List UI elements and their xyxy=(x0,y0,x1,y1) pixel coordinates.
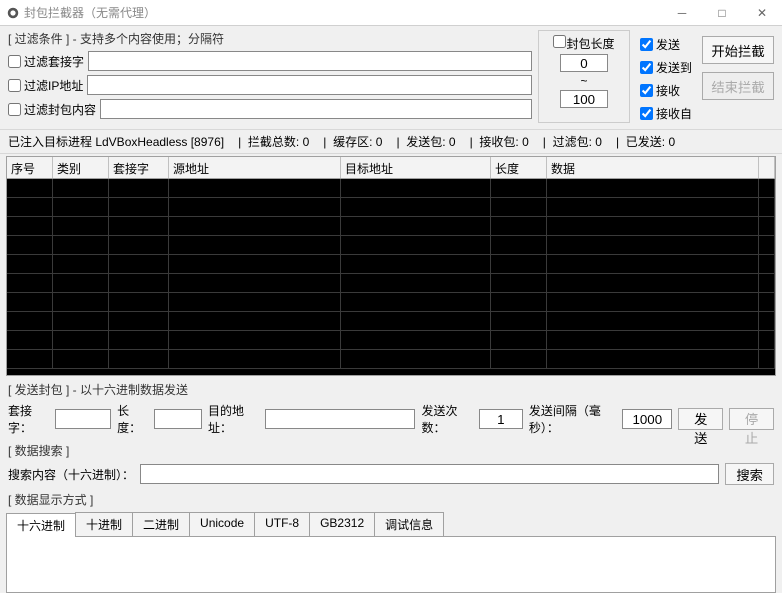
check-send[interactable]: 发送 xyxy=(640,36,692,53)
tab-bin[interactable]: 二进制 xyxy=(132,512,190,536)
search-input[interactable] xyxy=(140,464,719,484)
display-header: [ 数据显示方式 ] xyxy=(8,491,774,508)
packet-table: 序号 类别 套接字 源地址 目标地址 长度 数据 xyxy=(6,156,776,376)
packet-length-to[interactable] xyxy=(560,90,608,108)
stop-capture-button: 结束拦截 xyxy=(702,72,774,100)
minimize-button[interactable]: ─ xyxy=(662,0,702,26)
tab-debug[interactable]: 调试信息 xyxy=(374,512,444,536)
filter-ip-check[interactable]: 过滤IP地址 xyxy=(8,77,83,94)
col-seq[interactable]: 序号 xyxy=(7,157,53,178)
close-button[interactable]: ✕ xyxy=(742,0,782,26)
status-injected: 已注入目标进程 LdVBoxHeadless [8976] xyxy=(8,133,224,150)
col-socket[interactable]: 套接字 xyxy=(109,157,169,178)
send-dst-label: 目的地址： xyxy=(208,402,259,436)
check-recv[interactable]: 接收 xyxy=(640,82,692,99)
search-header: [ 数据搜索 ] xyxy=(8,442,774,459)
send-button[interactable]: 发送 xyxy=(678,408,723,430)
start-capture-button[interactable]: 开始拦截 xyxy=(702,36,774,64)
data-display-area[interactable] xyxy=(6,537,776,593)
check-sendto[interactable]: 发送到 xyxy=(640,59,692,76)
send-dst-input[interactable] xyxy=(265,409,415,429)
maximize-button[interactable]: □ xyxy=(702,0,742,26)
tab-gb2312[interactable]: GB2312 xyxy=(309,512,375,536)
send-socket-input[interactable] xyxy=(55,409,111,429)
app-icon xyxy=(6,6,20,20)
search-button[interactable]: 搜索 xyxy=(725,463,774,485)
tab-dec[interactable]: 十进制 xyxy=(75,512,133,536)
tab-utf8[interactable]: UTF-8 xyxy=(254,512,310,536)
send-packet-header: [ 发送封包 ] - 以十六进制数据发送 xyxy=(8,381,774,398)
display-tabs: 十六进制 十进制 二进制 Unicode UTF-8 GB2312 调试信息 xyxy=(6,512,776,537)
send-len-label: 长度： xyxy=(117,402,148,436)
window-title: 封包拦截器（无需代理） xyxy=(24,4,662,21)
col-dst[interactable]: 目标地址 xyxy=(341,157,491,178)
filter-socket-check[interactable]: 过滤套接字 xyxy=(8,53,84,70)
filter-content-check[interactable]: 过滤封包内容 xyxy=(8,101,96,118)
col-len[interactable]: 长度 xyxy=(491,157,547,178)
tab-hex[interactable]: 十六进制 xyxy=(6,513,76,537)
filter-ip-input[interactable] xyxy=(87,75,532,95)
send-len-input[interactable] xyxy=(154,409,202,429)
send-stop-button: 停止 xyxy=(729,408,774,430)
table-body[interactable] xyxy=(7,179,775,375)
packet-length-check[interactable]: 封包长度 xyxy=(553,35,614,52)
send-interval-input[interactable] xyxy=(622,409,672,429)
filter-content-input[interactable] xyxy=(100,99,532,119)
send-socket-label: 套接字： xyxy=(8,402,49,436)
title-bar: 封包拦截器（无需代理） ─ □ ✕ xyxy=(0,0,782,26)
col-src[interactable]: 源地址 xyxy=(169,157,341,178)
packet-length-sep: ~ xyxy=(580,74,587,88)
send-interval-label: 发送间隔（毫秒）： xyxy=(529,402,616,436)
check-recvfrom[interactable]: 接收自 xyxy=(640,105,692,122)
filter-header: [ 过滤条件 ] - 支持多个内容使用；分隔符 xyxy=(8,30,532,47)
col-scroll xyxy=(759,157,775,178)
packet-length-from[interactable] xyxy=(560,54,608,72)
packet-length-group: 封包长度 ~ xyxy=(538,30,630,123)
send-count-label: 发送次数： xyxy=(421,402,472,436)
col-type[interactable]: 类别 xyxy=(53,157,109,178)
send-count-input[interactable] xyxy=(479,409,523,429)
search-label: 搜索内容（十六进制）： xyxy=(8,466,134,483)
col-data[interactable]: 数据 xyxy=(547,157,759,178)
filter-socket-input[interactable] xyxy=(88,51,532,71)
status-bar: 已注入目标进程 LdVBoxHeadless [8976] | 拦截总数: 0 … xyxy=(0,129,782,154)
tab-unicode[interactable]: Unicode xyxy=(189,512,255,536)
